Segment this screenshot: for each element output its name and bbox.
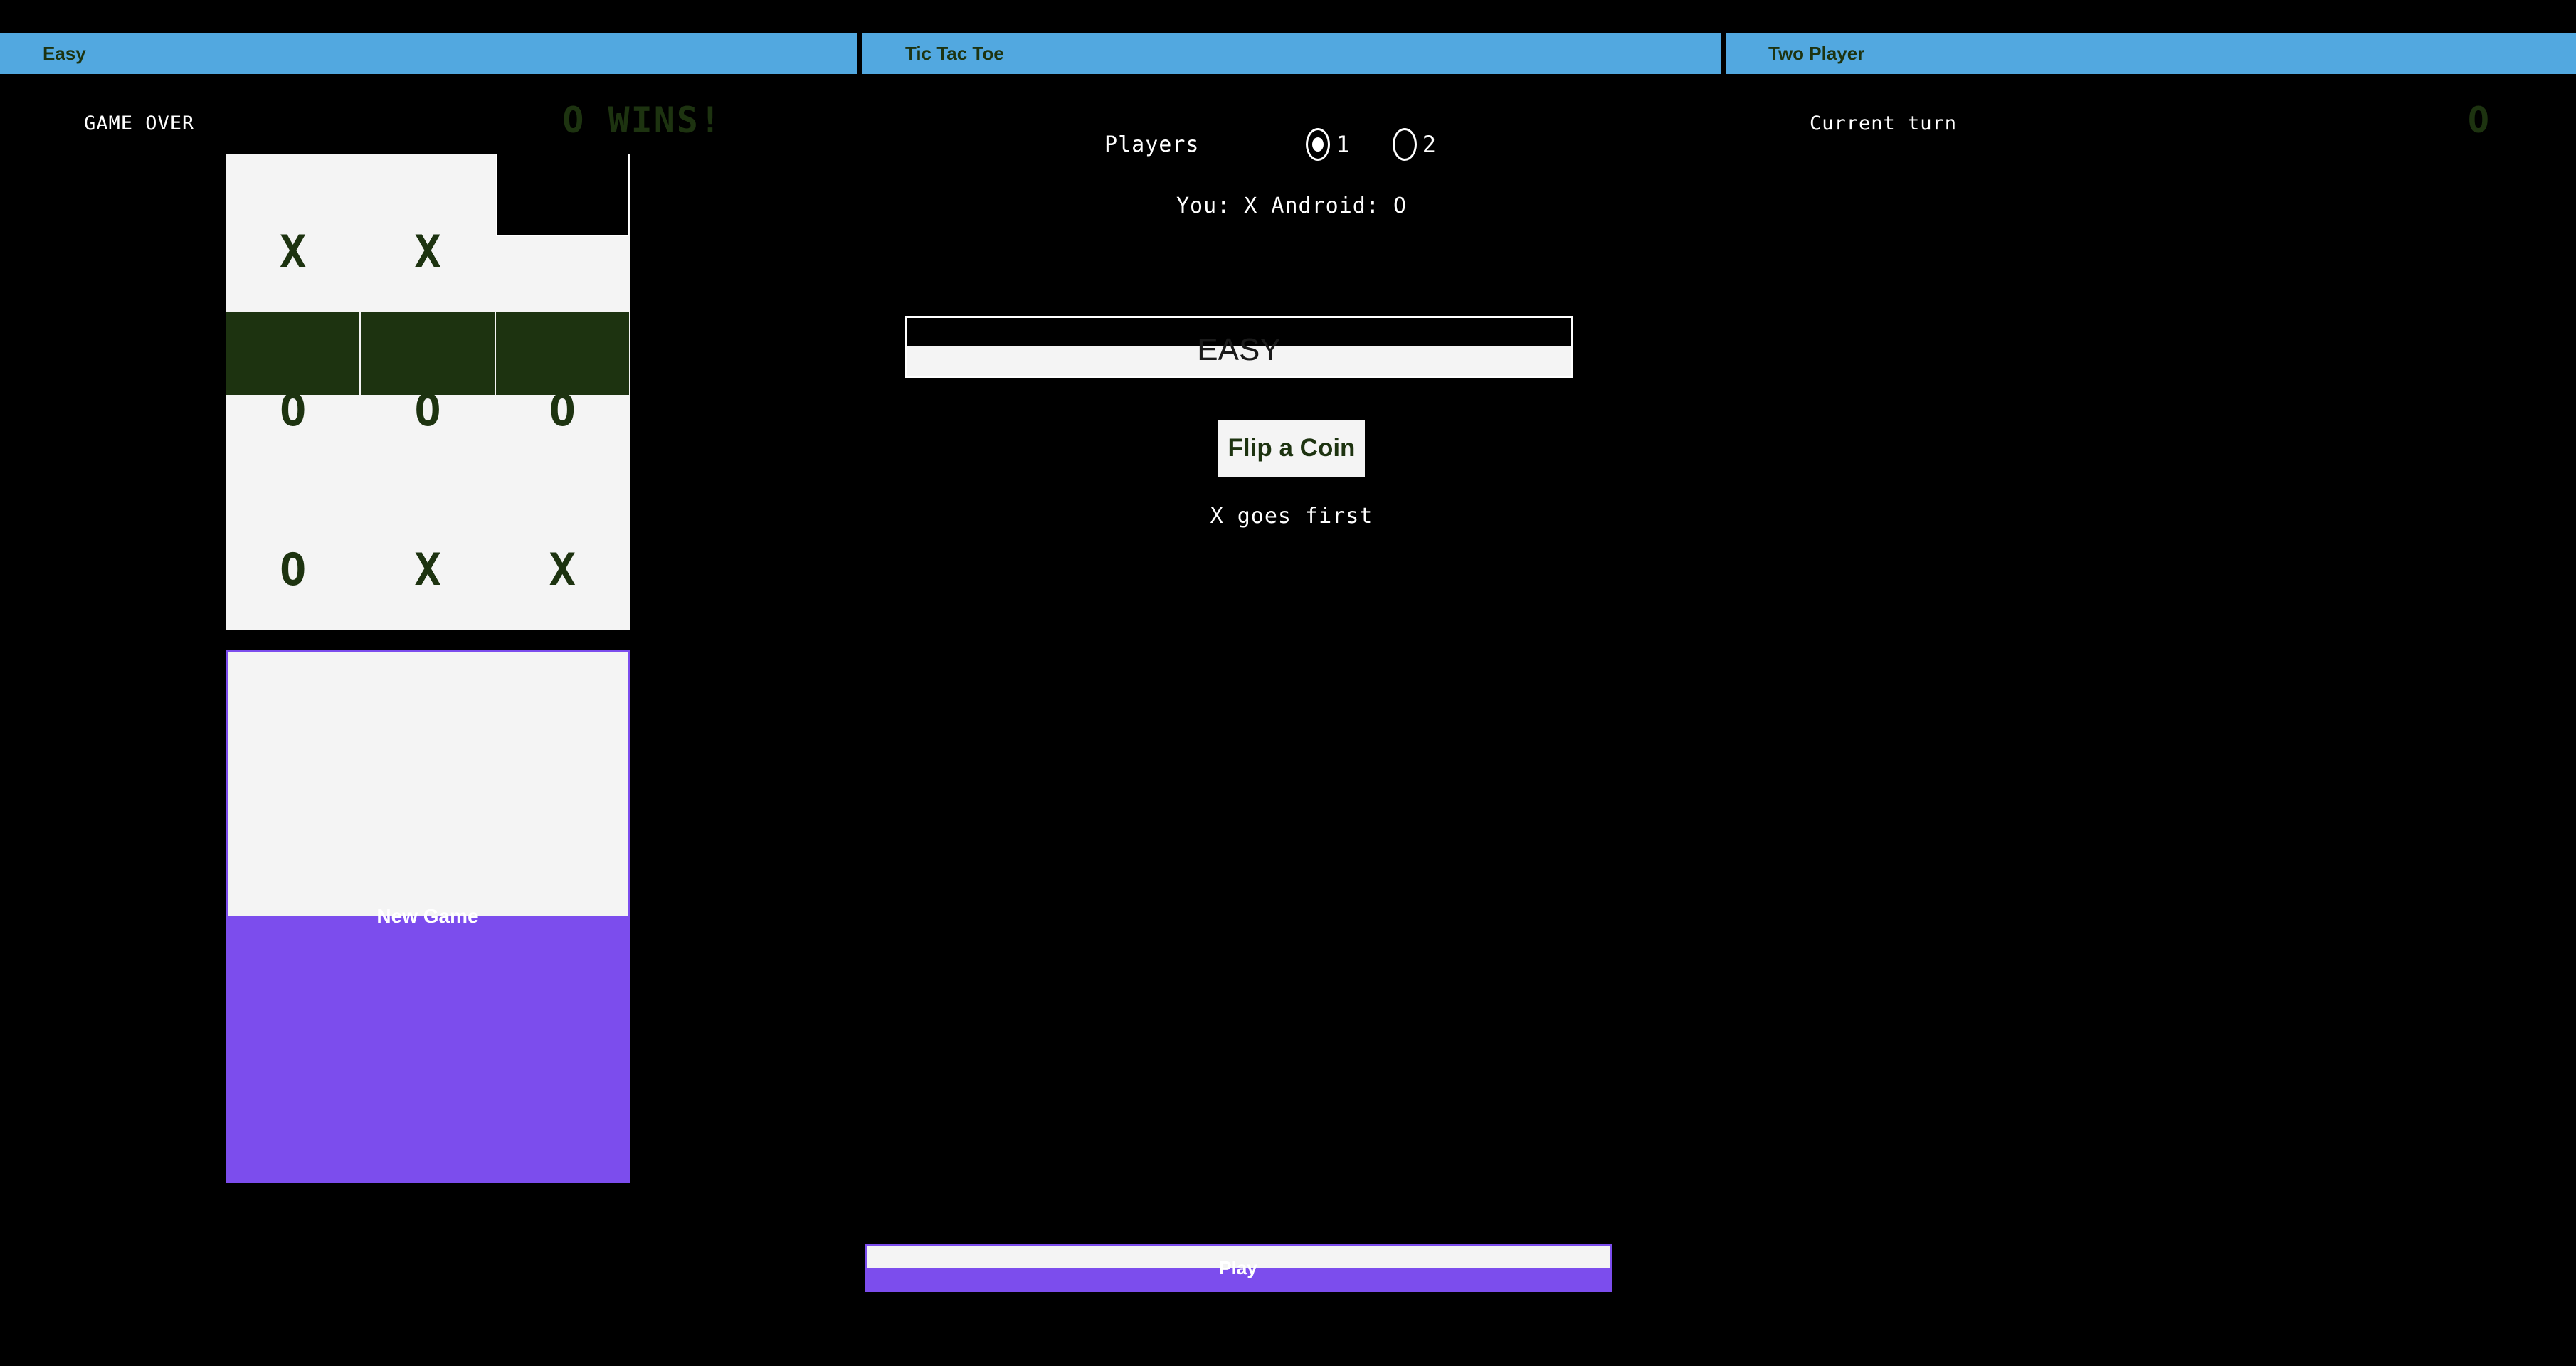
- left-board-cell-6-mark: O: [280, 543, 307, 595]
- left-game-board: X X O O O O X X: [226, 154, 630, 630]
- panel-setup: Players 1 2 You: X Android: O EASY Flip …: [862, 74, 1721, 1366]
- flip-a-coin-button[interactable]: Flip a Coin: [1218, 420, 1365, 477]
- play-button[interactable]: Play: [865, 1244, 1612, 1292]
- left-board-grid: X X O O O O X X: [226, 154, 630, 630]
- titlebar-two-player-label: Two Player: [1768, 42, 1865, 64]
- left-board-cell-2[interactable]: [495, 154, 630, 312]
- radio-1-icon[interactable]: [1306, 128, 1331, 161]
- flip-a-coin-label: Flip a Coin: [1228, 434, 1356, 462]
- winner-label: O WINS!: [562, 100, 722, 141]
- titlebar-easy-label: Easy: [43, 42, 86, 64]
- left-board-cell-0[interactable]: X: [226, 154, 360, 312]
- radio-2-label: 2: [1422, 131, 1436, 158]
- left-board-cell-6[interactable]: O: [226, 472, 360, 630]
- difficulty-select[interactable]: EASY: [905, 316, 1573, 378]
- players-radio-2[interactable]: 2: [1392, 128, 1436, 161]
- difficulty-selected-value: EASY: [1197, 332, 1281, 367]
- radio-1-label: 1: [1336, 131, 1350, 158]
- left-new-game-button[interactable]: New Game: [226, 650, 630, 1183]
- left-board-cell-8-mark: X: [549, 543, 576, 595]
- left-board-cell-0-mark: X: [280, 226, 307, 278]
- radio-1-dot: [1312, 137, 1324, 152]
- panel-easy-game: GAME OVER O WINS! X X O O O O X X New Game: [0, 74, 857, 1366]
- left-new-game-label: New Game: [376, 905, 479, 927]
- titlebar-divider-2: [1721, 33, 1726, 74]
- goes-first-text: X goes first: [1210, 504, 1373, 529]
- titlebar-divider-1: [857, 33, 862, 74]
- left-board-cell-1[interactable]: X: [360, 154, 495, 312]
- titlebar-two-player[interactable]: Two Player: [1726, 33, 2576, 74]
- symbol-assignment-text: You: X Android: O: [1176, 194, 1408, 218]
- left-board-cell-5-mark: O: [549, 384, 576, 437]
- current-turn-mark: O: [2467, 100, 2491, 141]
- titlebar-easy[interactable]: Easy: [0, 33, 857, 74]
- titlebar-tic-tac-toe-label: Tic Tac Toe: [905, 42, 1004, 64]
- left-board-cell-5[interactable]: O: [495, 312, 630, 471]
- left-board-cell-7[interactable]: X: [360, 472, 495, 630]
- play-button-label: Play: [1219, 1256, 1257, 1278]
- players-label: Players: [1104, 132, 1200, 157]
- left-board-cell-3-mark: O: [280, 384, 307, 437]
- left-board-cell-1-mark: X: [414, 226, 441, 278]
- players-radio-1[interactable]: 1: [1306, 128, 1350, 161]
- left-status-row: GAME OVER O WINS!: [0, 100, 857, 147]
- current-turn-label: Current turn: [1810, 112, 1958, 134]
- titlebar-tic-tac-toe[interactable]: Tic Tac Toe: [862, 33, 1721, 74]
- left-board-cell-8[interactable]: X: [495, 472, 630, 630]
- panel-two-player-game: Current turn O New Game: [1726, 74, 2576, 1366]
- radio-2-icon[interactable]: [1392, 128, 1417, 161]
- titlebar-strip: Easy Tic Tac Toe Two Player: [0, 33, 2576, 74]
- left-board-cell-3[interactable]: O: [226, 312, 360, 471]
- players-row: Players 1 2: [862, 120, 1721, 169]
- left-board-cell-4-mark: O: [414, 384, 441, 437]
- game-over-label: GAME OVER: [84, 112, 195, 134]
- left-board-cell-4[interactable]: O: [360, 312, 495, 471]
- right-status-row: Current turn O: [1726, 100, 2576, 147]
- left-board-cell-7-mark: X: [414, 543, 441, 595]
